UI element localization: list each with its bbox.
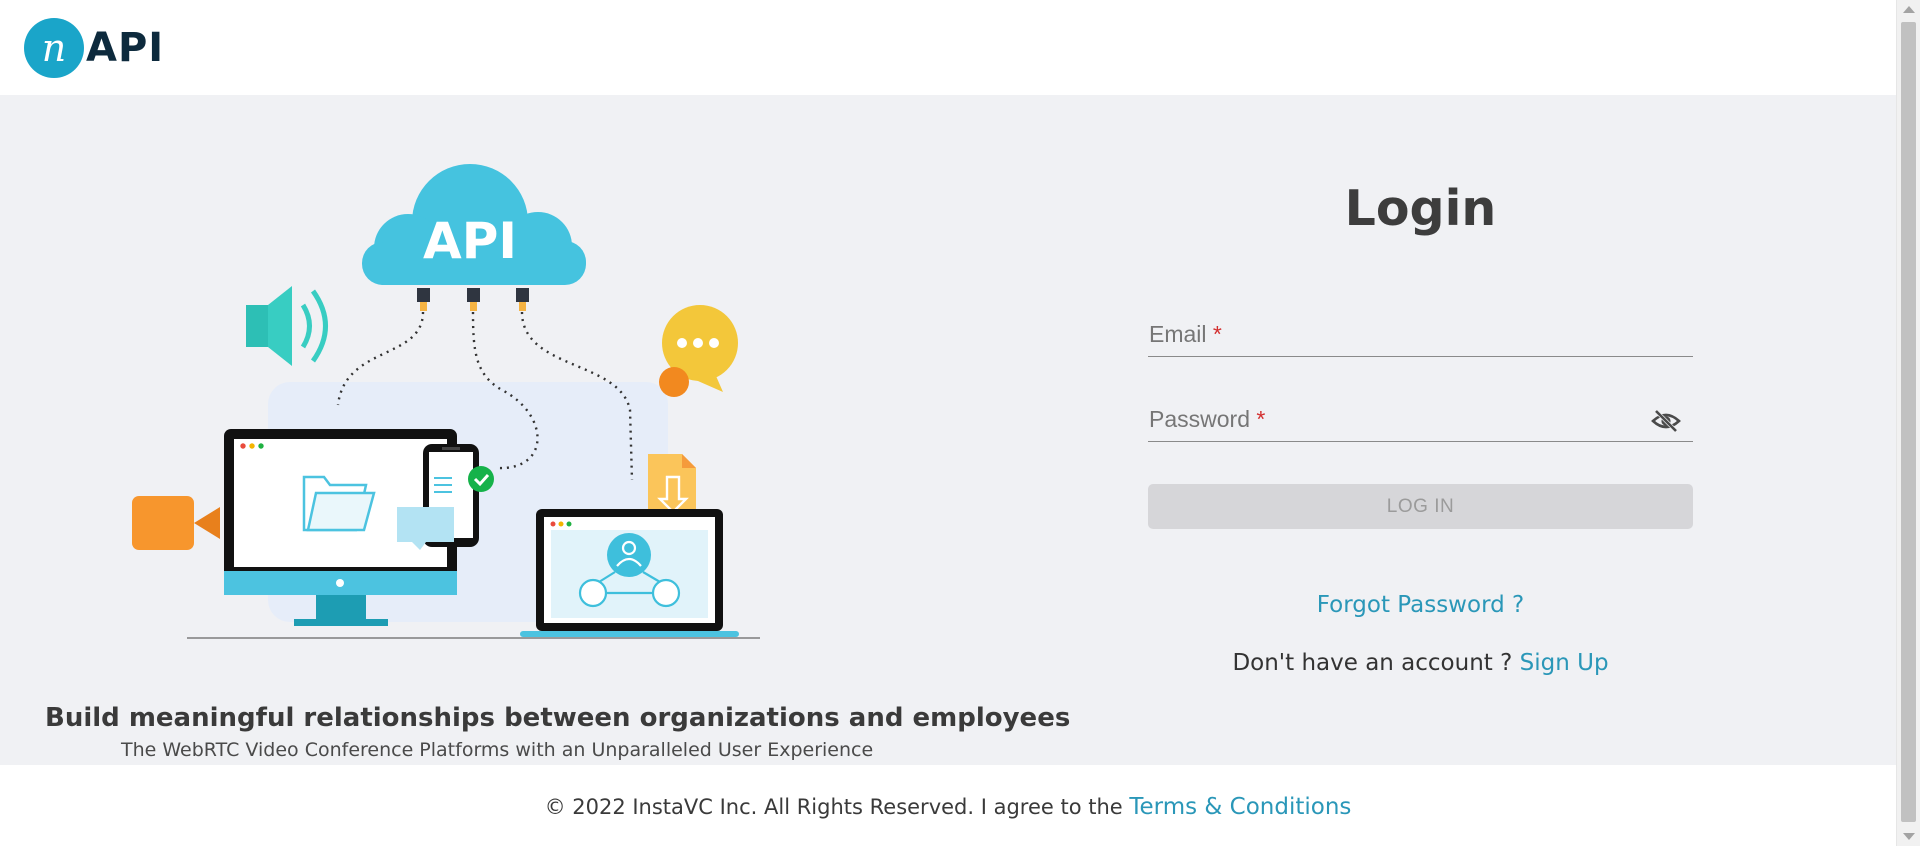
laptop-icon	[520, 509, 739, 637]
hero-subline: The WebRTC Video Conference Platforms wi…	[121, 739, 874, 761]
scrollbar-thumb[interactable]	[1901, 22, 1916, 822]
cloud-icon: API	[362, 164, 586, 285]
video-camera-icon	[132, 496, 220, 550]
copyright-text: © 2022 InstaVC Inc. All Rights Reserved.…	[544, 795, 1123, 819]
speaker-icon	[246, 286, 328, 366]
scroll-down-arrow-icon[interactable]	[1903, 833, 1915, 840]
hero-illustration: API	[132, 164, 760, 639]
cloud-label: API	[423, 212, 517, 270]
logo-text: API	[86, 25, 165, 71]
login-button[interactable]: LOG IN	[1148, 484, 1693, 529]
scroll-up-arrow-icon[interactable]	[1903, 6, 1915, 13]
vertical-scrollbar[interactable]	[1896, 0, 1920, 846]
password-input[interactable]	[1148, 396, 1693, 441]
signup-prompt: Don't have an account ?	[1232, 650, 1513, 676]
header: n API	[0, 0, 1896, 95]
logo[interactable]: n API	[24, 18, 164, 78]
email-field[interactable]: Email *	[1148, 311, 1693, 357]
main-area: API Build meaningful relationships betwe…	[0, 95, 1896, 765]
footer: © 2022 InstaVC Inc. All Rights Reserved.…	[0, 765, 1896, 846]
forgot-password-link[interactable]: Forgot Password ?	[1148, 592, 1693, 618]
signup-link[interactable]: Sign Up	[1520, 650, 1609, 676]
login-title: Login	[1344, 180, 1497, 237]
chat-bubble-icon	[659, 305, 738, 397]
logo-mark: n	[24, 18, 84, 78]
footer-text: © 2022 InstaVC Inc. All Rights Reserved.…	[0, 794, 1896, 820]
terms-link[interactable]: Terms & Conditions	[1129, 794, 1351, 820]
signup-row: Don't have an account ? Sign Up	[1148, 650, 1693, 676]
eye-off-icon[interactable]	[1651, 408, 1681, 434]
hero-tagline: Build meaningful relationships between o…	[45, 703, 1071, 733]
password-field[interactable]: Password *	[1148, 396, 1693, 442]
email-input[interactable]	[1148, 311, 1693, 356]
